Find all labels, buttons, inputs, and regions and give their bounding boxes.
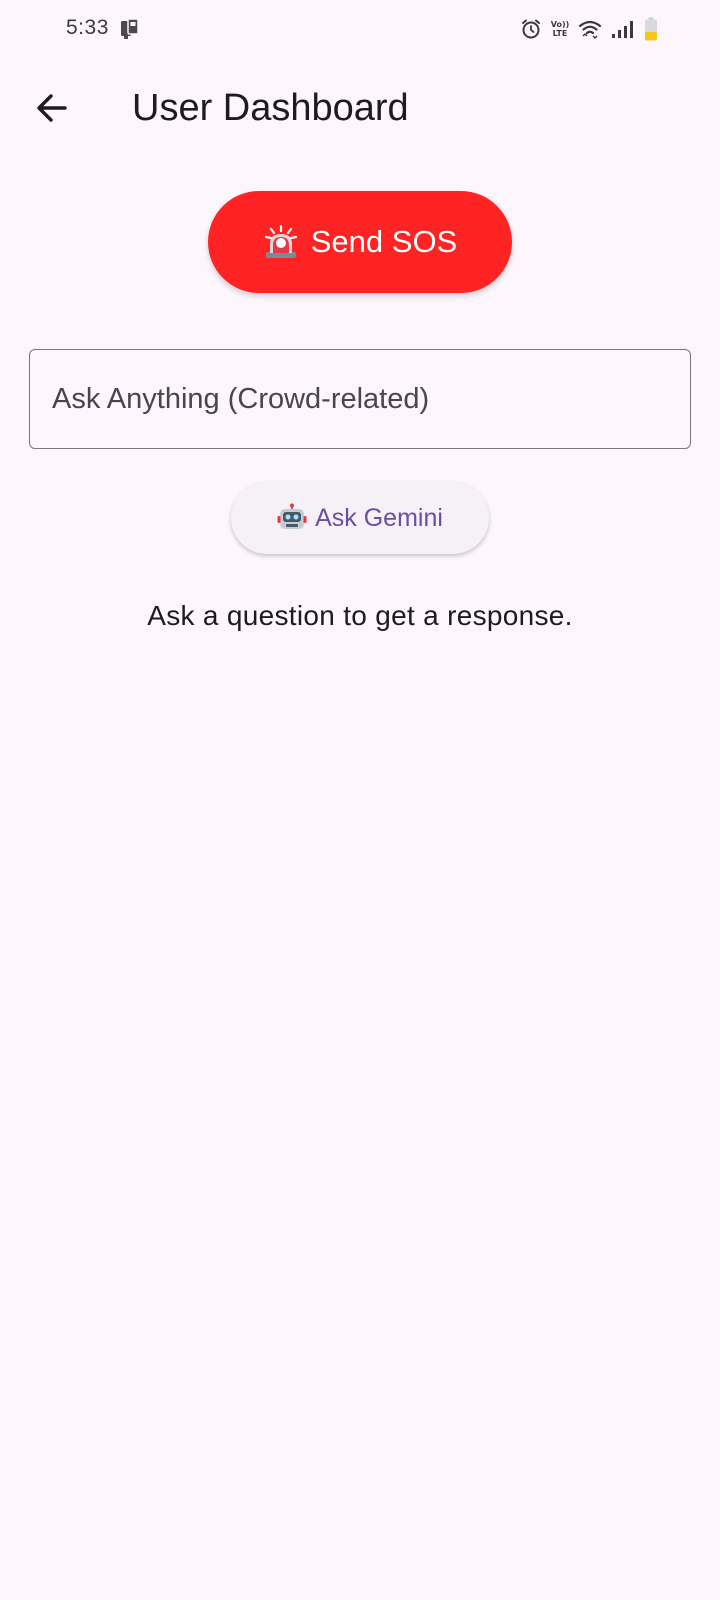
send-sos-label: Send SOS bbox=[310, 224, 458, 259]
status-bar: 5:33 Vo)) LTE bbox=[0, 0, 720, 58]
ask-gemini-label: Ask Gemini bbox=[315, 503, 443, 532]
page-title: User Dashboard bbox=[132, 87, 409, 129]
rotating-light-icon bbox=[264, 224, 297, 258]
wifi-icon bbox=[578, 20, 602, 39]
ask-anything-input[interactable] bbox=[30, 350, 690, 448]
send-sos-button[interactable]: Send SOS bbox=[208, 191, 512, 293]
status-time: 5:33 bbox=[66, 16, 109, 39]
app-bar: User Dashboard bbox=[0, 64, 720, 152]
ask-anything-field[interactable] bbox=[29, 349, 691, 449]
battery-icon bbox=[645, 17, 657, 41]
robot-icon bbox=[277, 503, 307, 529]
ask-gemini-button[interactable]: Ask Gemini bbox=[231, 482, 489, 554]
lte-label: LTE bbox=[552, 29, 568, 38]
alarm-icon bbox=[522, 19, 540, 39]
response-text: Ask a question to get a response. bbox=[147, 600, 573, 631]
signal-icon bbox=[612, 21, 633, 38]
sim-card-icon bbox=[121, 18, 139, 39]
status-icons: Vo)) LTE bbox=[520, 16, 658, 42]
arrow-back-icon bbox=[37, 94, 67, 122]
back-button[interactable] bbox=[28, 84, 76, 132]
volte-label: Vo)) bbox=[550, 20, 570, 29]
volte-icon: Vo)) LTE bbox=[550, 20, 570, 38]
